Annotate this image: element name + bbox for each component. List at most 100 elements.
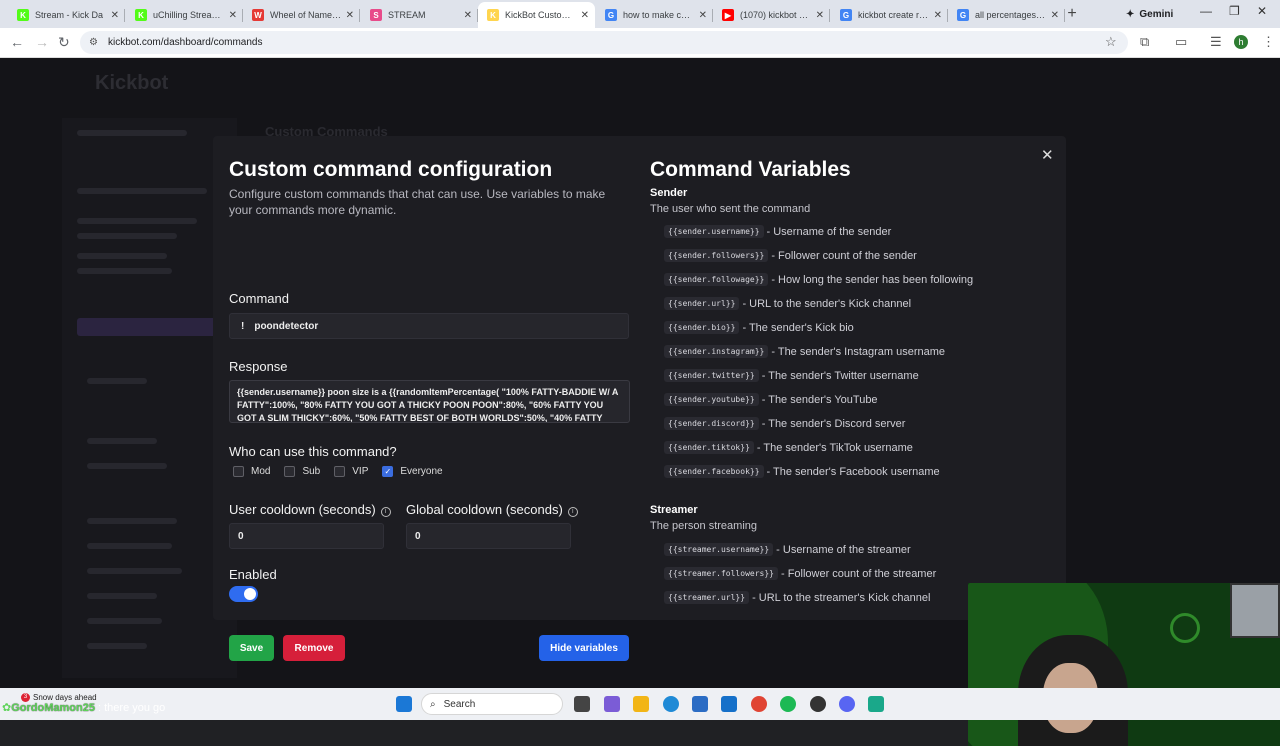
file-explorer-icon[interactable] — [633, 696, 649, 712]
new-tab-button[interactable]: + — [1058, 1, 1086, 27]
checkbox-box[interactable] — [233, 466, 244, 477]
variable-code[interactable]: {{sender.bio}} — [664, 321, 740, 334]
command-input[interactable]: ! poondetector — [229, 313, 629, 339]
variable-code[interactable]: {{sender.instagram}} — [664, 345, 769, 358]
variable-code[interactable]: {{sender.followage}} — [664, 273, 769, 286]
minimize-icon[interactable]: — — [1200, 4, 1212, 18]
save-button[interactable]: Save — [229, 635, 274, 661]
command-value: poondetector — [254, 320, 319, 332]
profile-avatar[interactable]: h — [1234, 35, 1248, 49]
tab-close-icon[interactable]: ✕ — [229, 10, 237, 21]
global-cooldown-input[interactable]: 0 — [406, 523, 571, 549]
enabled-toggle[interactable] — [229, 586, 258, 602]
discord-icon[interactable] — [839, 696, 855, 712]
variable-code[interactable]: {{sender.twitter}} — [664, 369, 759, 382]
tab-close-icon[interactable]: ✕ — [699, 10, 707, 21]
gemini-button[interactable]: ✦ Gemini — [1126, 5, 1173, 23]
variable-description: - The sender's Twitter username — [761, 370, 919, 382]
webcam-overlay — [968, 583, 1280, 746]
user-cooldown-input[interactable]: 0 — [229, 523, 384, 549]
copilot-icon[interactable] — [604, 696, 620, 712]
back-icon[interactable]: ← — [10, 34, 24, 50]
store-icon[interactable] — [692, 696, 708, 712]
checkbox-box[interactable] — [334, 466, 346, 477]
chat-username: GordoMamon25 — [11, 702, 95, 714]
tab-close-icon[interactable]: ✕ — [816, 10, 824, 21]
checkbox-box[interactable]: ✓ — [382, 466, 394, 477]
cast-icon[interactable]: ▭ — [1175, 34, 1187, 50]
tab-close-icon[interactable]: ✕ — [111, 10, 119, 21]
info-icon[interactable]: i — [567, 507, 578, 517]
variable-code[interactable]: {{streamer.followers}} — [664, 567, 778, 580]
site-info-icon[interactable]: ⚙ — [89, 37, 98, 48]
tab-title: Wheel of Names | R — [270, 10, 342, 20]
close-icon[interactable]: ✕ — [1041, 146, 1054, 164]
taskbar-search[interactable]: ⌕ Search — [421, 693, 563, 715]
gemini-label: Gemini — [1139, 8, 1174, 20]
bookmark-star-icon[interactable]: ☆ — [1105, 34, 1117, 50]
tab-close-icon[interactable]: ✕ — [934, 10, 942, 21]
variable-row: {{streamer.username}} - Username of the s… — [664, 543, 911, 556]
variable-code[interactable]: {{sender.facebook}} — [664, 465, 764, 478]
remove-button[interactable]: Remove — [283, 635, 345, 661]
address-bar[interactable]: ⚙ kickbot.com/dashboard/commands — [80, 31, 1128, 54]
role-checkbox-sub[interactable]: Sub — [284, 466, 320, 477]
variable-row: {{sender.facebook}} - The sender's Facebo… — [664, 465, 940, 478]
chat-message: there you go — [104, 702, 166, 714]
variable-code[interactable]: {{sender.username}} — [664, 225, 764, 238]
role-checkbox-mod[interactable]: Mod — [233, 466, 270, 477]
browser-tab[interactable]: K KickBot Custom Co ✕ — [478, 2, 595, 28]
maximize-icon[interactable]: ❐ — [1229, 4, 1240, 18]
browser-tab[interactable]: Ghow to make custo ✕ — [596, 2, 713, 28]
extensions-icon[interactable]: ⧉ — [1140, 34, 1149, 50]
variable-description: - The sender's Facebook username — [766, 466, 940, 478]
tab-close-icon[interactable]: ✕ — [581, 10, 589, 21]
obs-icon[interactable] — [810, 696, 826, 712]
tab-close-icon[interactable]: ✕ — [346, 10, 354, 21]
start-icon[interactable] — [396, 696, 412, 712]
sender-description: The user who sent the command — [650, 203, 811, 215]
tab-close-icon[interactable]: ✕ — [464, 10, 472, 21]
tab-strip: K Stream - Kick Da ✕ KuChilling Stream - V ✕… — [0, 0, 1280, 28]
variable-description: - The sender's YouTube — [761, 394, 878, 406]
role-checkbox-everyone[interactable]: ✓ Everyone — [382, 466, 443, 477]
variable-code[interactable]: {{streamer.url}} — [664, 591, 750, 604]
browser-tab[interactable]: K Stream - Kick Da ✕ — [8, 2, 125, 28]
variable-code[interactable]: {{sender.youtube}} — [664, 393, 759, 406]
browser-tab[interactable]: Gkickbot create rand ✕ — [831, 2, 948, 28]
streamer-description: The person streaming — [650, 520, 757, 532]
variable-row: {{sender.tiktok}} - The sender's TikTok u… — [664, 441, 913, 454]
task-view-icon[interactable] — [574, 696, 590, 712]
reading-list-icon[interactable]: ☰ — [1210, 34, 1222, 50]
checkbox-box[interactable] — [284, 466, 296, 477]
variable-code[interactable]: {{streamer.username}} — [664, 543, 774, 556]
forward-icon[interactable]: → — [35, 34, 49, 50]
variable-code[interactable]: {{sender.discord}} — [664, 417, 759, 430]
role-checkbox-vip[interactable]: VIP — [334, 466, 368, 477]
variable-code[interactable]: {{sender.tiktok}} — [664, 441, 754, 454]
browser-tab[interactable]: W Wheel of Names | R ✕ — [243, 2, 360, 28]
info-icon[interactable]: i — [380, 507, 391, 517]
reload-icon[interactable]: ↻ — [58, 34, 70, 51]
browser-tab[interactable]: KuChilling Stream - V ✕ — [126, 2, 243, 28]
browser-tab[interactable]: ▶ (1070) kickbot crea ✕ — [713, 2, 830, 28]
variable-code[interactable]: {{sender.url}} — [664, 297, 740, 310]
response-textarea[interactable]: {{sender.username}} poon size is a {{ran… — [229, 380, 630, 423]
role-checkboxes: Mod Sub VIP ✓ Everyone — [233, 466, 457, 477]
modal-title: Custom command configuration — [229, 158, 553, 181]
app-icon[interactable] — [868, 696, 884, 712]
edge-icon[interactable] — [663, 696, 679, 712]
user-cooldown-label: User cooldown (seconds) i — [229, 502, 391, 517]
close-window-icon[interactable]: ✕ — [1257, 4, 1267, 18]
outlook-icon[interactable] — [721, 696, 737, 712]
menu-icon[interactable]: ⋮ — [1262, 34, 1275, 50]
variable-description: - Username of the streamer — [776, 544, 911, 556]
hide-variables-button[interactable]: Hide variables — [539, 635, 629, 661]
tab-favicon-icon: S — [370, 9, 382, 21]
chrome-icon[interactable] — [751, 696, 767, 712]
spotify-icon[interactable] — [780, 696, 796, 712]
browser-tab[interactable]: S STREAM ✕ — [361, 2, 478, 28]
browser-tab[interactable]: Gall percentages 1-1 ✕ — [948, 2, 1065, 28]
variable-code[interactable]: {{sender.followers}} — [664, 249, 769, 262]
variable-description: - The sender's Instagram username — [771, 346, 946, 358]
